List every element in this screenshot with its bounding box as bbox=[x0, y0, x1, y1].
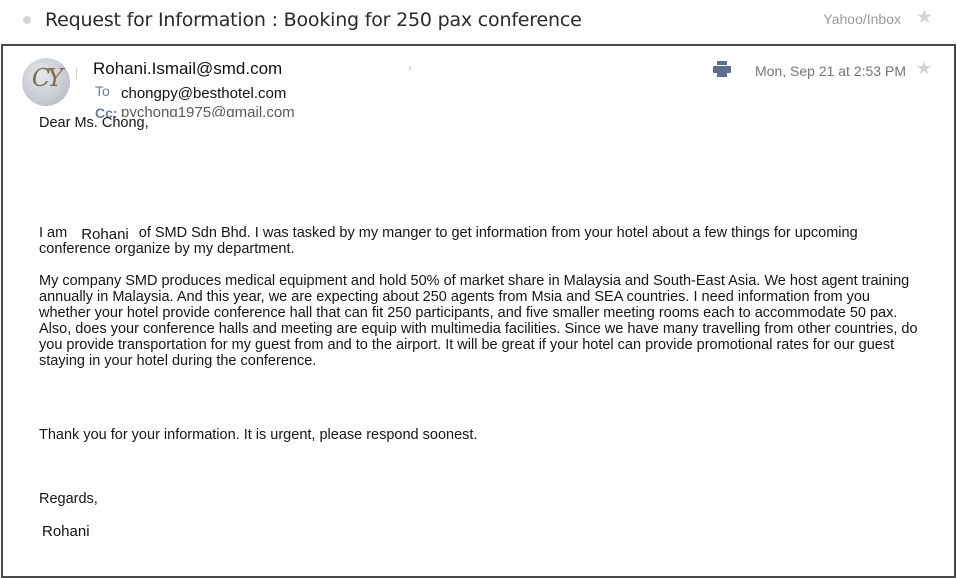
to-label: To bbox=[95, 83, 110, 99]
print-icon[interactable] bbox=[713, 61, 731, 77]
chevron-right-icon[interactable]: › bbox=[408, 63, 411, 74]
subject-bar: Request for Information : Booking for 25… bbox=[0, 0, 957, 42]
email-paragraph-intro: I am Rohani of SMD Sdn Bhd. I was tasked b… bbox=[39, 225, 919, 257]
intro-rest: of SMD Sdn Bhd. I was tasked by my mange… bbox=[39, 225, 858, 257]
unread-dot-icon[interactable] bbox=[23, 16, 31, 24]
sender-email[interactable]: Rohani.Ismail@smd.com bbox=[93, 59, 282, 79]
folder-label[interactable]: Yahoo/Inbox bbox=[823, 11, 901, 27]
email-thanks: Thank you for your information. It is ur… bbox=[39, 427, 478, 443]
email-regards: Regards, bbox=[39, 491, 98, 507]
email-paragraph-request: My company SMD produces medical equipmen… bbox=[39, 273, 918, 369]
email-subject: Request for Information : Booking for 25… bbox=[45, 9, 582, 31]
divider bbox=[76, 68, 77, 80]
message-star-icon[interactable]: ★ bbox=[916, 58, 932, 79]
star-icon[interactable]: ★ bbox=[916, 6, 933, 29]
inline-sender-name: Rohani bbox=[81, 226, 129, 243]
message-date: Mon, Sep 21 at 2:53 PM bbox=[755, 63, 906, 79]
avatar[interactable]: CY bbox=[22, 58, 70, 106]
email-greeting: Dear Ms. Chong, bbox=[39, 115, 149, 131]
to-recipient[interactable]: chongpy@besthotel.com bbox=[121, 85, 286, 102]
intro-prefix: I am bbox=[39, 225, 68, 241]
avatar-initials: CY bbox=[31, 64, 63, 92]
email-signature: Rohani bbox=[42, 523, 90, 540]
